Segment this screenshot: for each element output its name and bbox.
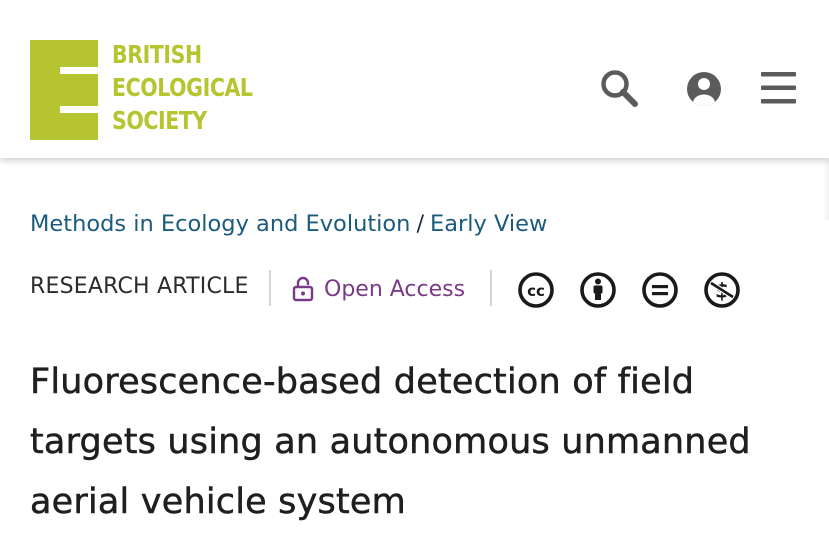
bes-logo-mark bbox=[30, 40, 98, 140]
divider bbox=[490, 270, 492, 306]
breadcrumb-journal-link[interactable]: Methods in Ecology and Evolution bbox=[30, 211, 410, 237]
svg-text:cc: cc bbox=[527, 282, 545, 300]
article-type-label: RESEARCH ARTICLE bbox=[30, 274, 249, 299]
open-access-badge[interactable]: Open Access bbox=[292, 271, 465, 307]
open-access-label: Open Access bbox=[324, 276, 466, 302]
bes-logo-text: BRITISH ECOLOGICAL SOCIETY bbox=[112, 38, 253, 137]
open-lock-icon bbox=[292, 276, 314, 302]
cc-by-icon[interactable] bbox=[579, 271, 617, 309]
article-meta-row: RESEARCH ARTICLE Open Access cc bbox=[30, 268, 810, 312]
breadcrumb: Methods in Ecology and Evolution / Early V… bbox=[30, 211, 547, 237]
cc-nc-icon[interactable]: $ bbox=[703, 271, 741, 309]
user-account-icon[interactable] bbox=[684, 68, 726, 110]
logo-line-3: SOCIETY bbox=[112, 106, 207, 135]
cc-icon[interactable]: cc bbox=[517, 271, 555, 309]
site-header: BRITISH ECOLOGICAL SOCIETY bbox=[0, 0, 829, 158]
search-icon[interactable] bbox=[598, 68, 640, 110]
article-title: Fluorescence-based detection of field ta… bbox=[30, 362, 751, 523]
logo-line-2: ECOLOGICAL bbox=[112, 73, 253, 102]
cc-nd-icon[interactable] bbox=[641, 271, 679, 309]
divider bbox=[269, 270, 271, 306]
bes-logo[interactable]: BRITISH ECOLOGICAL SOCIETY bbox=[30, 40, 255, 144]
breadcrumb-separator: / bbox=[416, 211, 425, 237]
breadcrumb-early-view-link[interactable]: Early View bbox=[430, 211, 547, 237]
logo-line-1: BRITISH bbox=[112, 40, 202, 69]
menu-icon[interactable] bbox=[758, 68, 800, 110]
